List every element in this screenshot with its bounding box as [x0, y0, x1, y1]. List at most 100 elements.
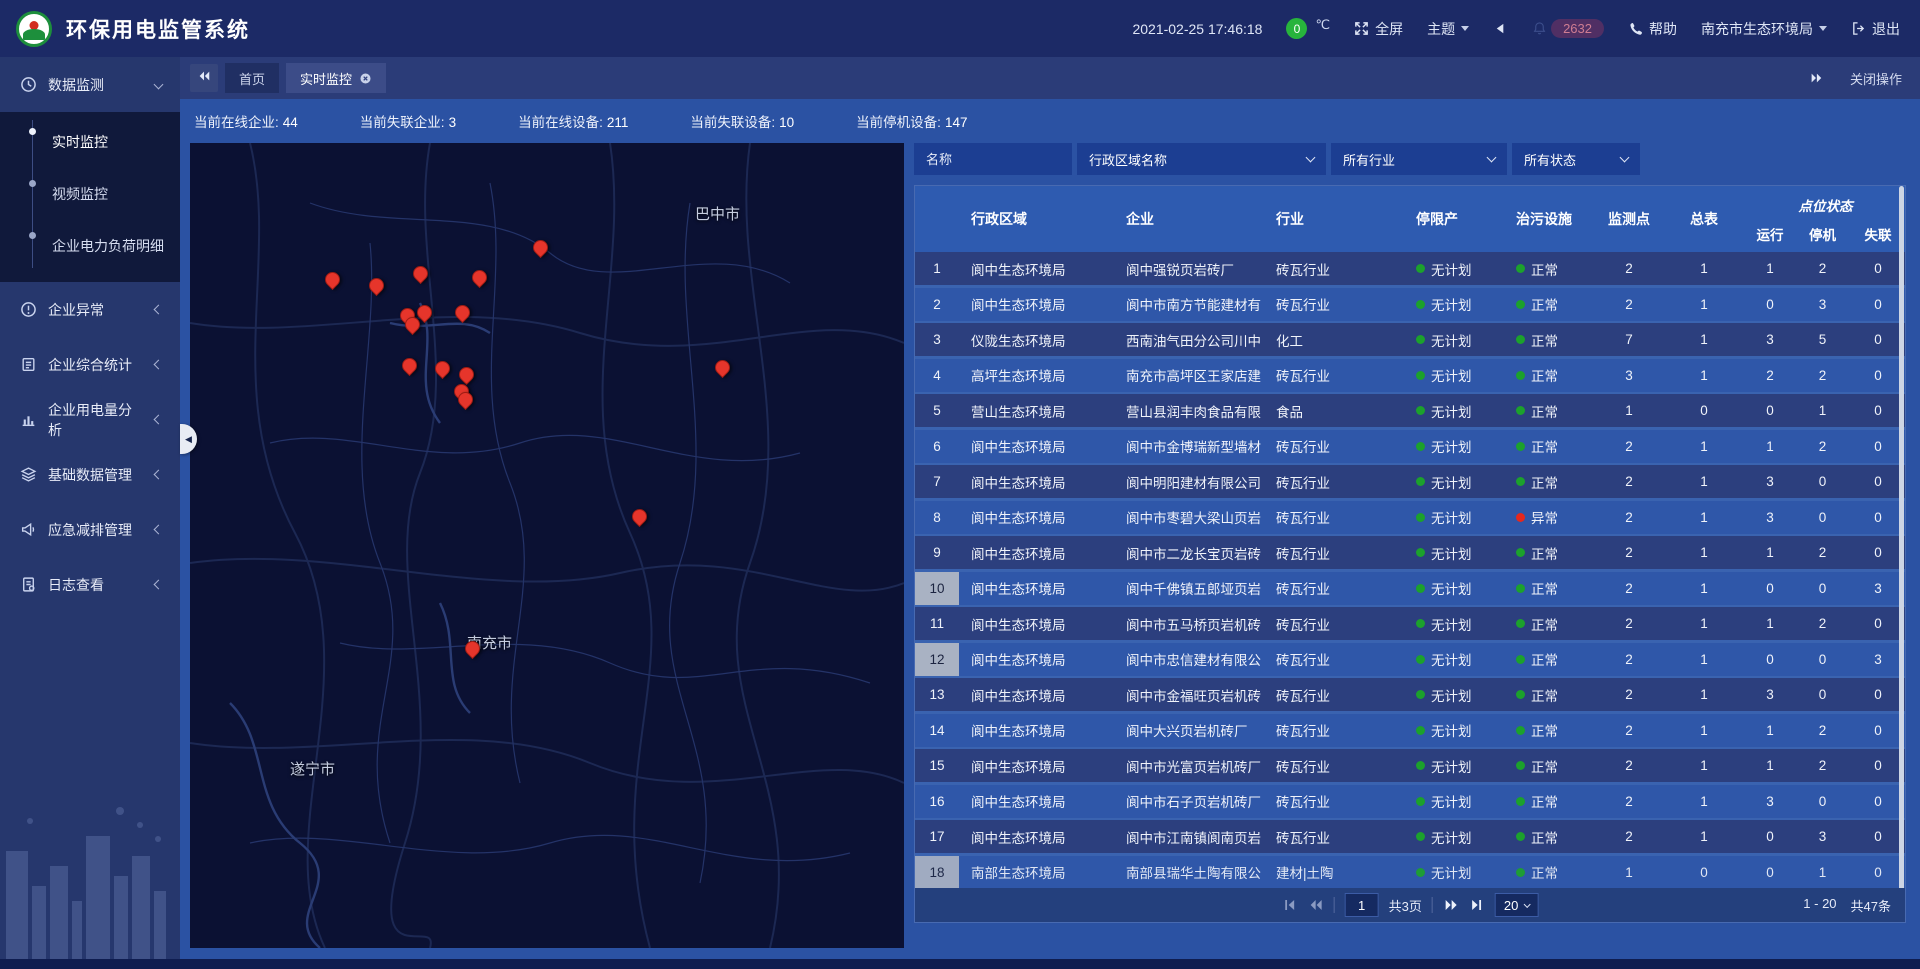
industry-filter-select[interactable]: 所有行业: [1331, 143, 1507, 175]
theme-button[interactable]: 主题: [1427, 19, 1469, 39]
stat-item: 当前停机设备:147: [856, 111, 967, 131]
cell-lost: 0: [1849, 820, 1905, 853]
city-label: 巴中市: [695, 203, 740, 224]
cell-run: 0: [1744, 288, 1796, 321]
first-page-button[interactable]: [1282, 897, 1298, 913]
tab-home[interactable]: 首页: [225, 63, 279, 93]
cell-facility: 正常: [1504, 749, 1594, 782]
mute-button[interactable]: [1493, 21, 1508, 36]
stop-limit-text: 无计划: [1431, 649, 1472, 669]
notification-button[interactable]: 2632: [1532, 19, 1604, 38]
facility-text: 正常: [1531, 614, 1558, 634]
next-page-button[interactable]: [1443, 897, 1459, 913]
stop-limit-text: 无计划: [1431, 401, 1472, 421]
sidebar-item-emergency[interactable]: 应急减排管理: [0, 502, 180, 557]
sidebar-subitem[interactable]: 企业电力负荷明细: [0, 220, 180, 272]
facility-text: 正常: [1531, 578, 1558, 598]
sidebar-item-enterprise-abnormal[interactable]: 企业异常: [0, 282, 180, 337]
sidebar-subitem[interactable]: 实时监控: [0, 116, 180, 168]
table-row[interactable]: 12阆中生态环境局阆中市忠信建材有限公砖瓦行业无计划正常21003: [915, 643, 1905, 676]
table-row[interactable]: 10阆中生态环境局阆中千佛镇五郎垭页岩砖瓦行业无计划正常21003: [915, 572, 1905, 605]
logout-button[interactable]: 退出: [1851, 19, 1900, 39]
col-stop-limit: 停限产: [1404, 186, 1504, 252]
cell-region: 阆中生态环境局: [959, 749, 1114, 782]
status-dot-green-icon: [1416, 726, 1425, 735]
cell-region: 阆中生态环境局: [959, 572, 1114, 605]
status-filter-select[interactable]: 所有状态: [1512, 143, 1640, 175]
cell-industry: 砖瓦行业: [1264, 678, 1404, 711]
org-menu[interactable]: 南充市生态环境局: [1701, 19, 1827, 39]
table-row[interactable]: 15阆中生态环境局阆中市光富页岩机砖厂砖瓦行业无计划正常21120: [915, 749, 1905, 782]
sidebar-item-label: 数据监测: [48, 75, 144, 95]
sidebar-menu: 数据监测实时监控视频监控企业电力负荷明细企业异常企业综合统计企业用电量分析基础数…: [0, 57, 180, 612]
sidebar-item-power-analysis[interactable]: 企业用电量分析: [0, 392, 180, 447]
table-row[interactable]: 9阆中生态环境局阆中市二龙长宝页岩砖砖瓦行业无计划正常21120: [915, 536, 1905, 569]
last-page-button[interactable]: [1469, 897, 1485, 913]
cell-halt: 2: [1796, 430, 1849, 463]
cell-monitor: 2: [1594, 714, 1664, 747]
cell-index: 15: [915, 749, 959, 782]
cell-facility: 正常: [1504, 607, 1594, 640]
table-row[interactable]: 16阆中生态环境局阆中市石子页岩机砖厂砖瓦行业无计划正常21300: [915, 785, 1905, 818]
table-row[interactable]: 8阆中生态环境局阆中市枣碧大梁山页岩砖瓦行业无计划异常21300: [915, 501, 1905, 534]
table-row[interactable]: 3仪陇生态环境局西南油气田分公司川中化工无计划正常71350: [915, 323, 1905, 356]
prev-page-button[interactable]: [1308, 897, 1324, 913]
tab-realtime-monitor[interactable]: 实时监控: [286, 63, 386, 93]
region-filter-select[interactable]: 行政区域名称: [1077, 143, 1326, 175]
cell-lost: 0: [1849, 288, 1905, 321]
name-filter-field[interactable]: [914, 143, 1072, 175]
cell-run: 3: [1744, 323, 1796, 356]
filter-bar: 行政区域名称 所有行业 所有状态: [914, 143, 1906, 175]
status-dot-green-icon: [1516, 548, 1525, 557]
cell-stop-limit: 无计划: [1404, 252, 1504, 285]
sidebar-item-base-data[interactable]: 基础数据管理: [0, 447, 180, 502]
table-row[interactable]: 1阆中生态环境局阆中强锐页岩砖厂砖瓦行业无计划正常21120: [915, 252, 1905, 285]
table-row[interactable]: 14阆中生态环境局阆中大兴页岩机砖厂砖瓦行业无计划正常21120: [915, 714, 1905, 747]
table-row[interactable]: 5营山生态环境局营山县润丰肉食品有限食品无计划正常10010: [915, 394, 1905, 427]
cell-meter: 1: [1664, 536, 1744, 569]
sidebar-item-logs[interactable]: 日志查看: [0, 557, 180, 612]
map-panel[interactable]: 巴中市南充市遂宁市: [190, 143, 904, 948]
cell-halt: 3: [1796, 288, 1849, 321]
tabs-scroll-right-button[interactable]: [1802, 64, 1830, 92]
cell-monitor: 2: [1594, 501, 1664, 534]
stop-limit-text: 无计划: [1431, 614, 1472, 634]
sidebar-item-enterprise-stats[interactable]: 企业综合统计: [0, 337, 180, 392]
cell-meter: 1: [1664, 359, 1744, 392]
fullscreen-button[interactable]: 全屏: [1354, 19, 1403, 39]
table-row[interactable]: 2阆中生态环境局阆中市南方节能建材有砖瓦行业无计划正常21030: [915, 288, 1905, 321]
page-number-input[interactable]: 1: [1345, 893, 1379, 917]
cell-industry: 砖瓦行业: [1264, 501, 1404, 534]
cell-company: 阆中市忠信建材有限公: [1114, 643, 1264, 676]
table-row[interactable]: 13阆中生态环境局阆中市金福旺页岩机砖砖瓦行业无计划正常21300: [915, 678, 1905, 711]
tabs-scroll-left-button[interactable]: [190, 64, 218, 92]
table-row[interactable]: 17阆中生态环境局阆中市江南镇阆南页岩砖瓦行业无计划正常21030: [915, 820, 1905, 853]
sidebar-subitem[interactable]: 视频监控: [0, 168, 180, 220]
table-row[interactable]: 11阆中生态环境局阆中市五马桥页岩机砖砖瓦行业无计划正常21120: [915, 607, 1905, 640]
caret-down-icon: [1461, 26, 1469, 31]
sidebar-item-data-monitor[interactable]: 数据监测: [0, 57, 180, 112]
cell-index: 16: [915, 785, 959, 818]
table-scrollbar[interactable]: [1899, 186, 1904, 922]
cell-industry: 建材|土陶: [1264, 856, 1404, 889]
table-row[interactable]: 6阆中生态环境局阆中市金博瑞新型墙材砖瓦行业无计划正常21120: [915, 430, 1905, 463]
page-size-select[interactable]: 20: [1495, 893, 1538, 917]
help-button[interactable]: 帮助: [1628, 19, 1677, 39]
facility-text: 正常: [1531, 472, 1558, 492]
dot-icon: [29, 232, 36, 239]
close-tab-icon[interactable]: [359, 72, 372, 85]
cell-facility: 正常: [1504, 465, 1594, 498]
cell-halt: 2: [1796, 714, 1849, 747]
status-dot-green-icon: [1516, 761, 1525, 770]
name-filter-input[interactable]: [926, 152, 1060, 167]
cell-halt: 0: [1796, 501, 1849, 534]
table-row[interactable]: 4高坪生态环境局南充市高坪区王家店建砖瓦行业无计划正常31220: [915, 359, 1905, 392]
table-row[interactable]: 7阆中生态环境局阆中明阳建材有限公司砖瓦行业无计划正常21300: [915, 465, 1905, 498]
close-operations-button[interactable]: 关闭操作: [1850, 69, 1902, 88]
alert-icon: [20, 301, 37, 318]
table-row[interactable]: 18南部生态环境局南部县瑞华土陶有限公建材|土陶无计划正常10010: [915, 856, 1905, 889]
notification-count: 2632: [1551, 19, 1604, 38]
cell-run: 1: [1744, 607, 1796, 640]
sidebar-submenu: 实时监控视频监控企业电力负荷明细: [0, 112, 180, 282]
cell-region: 阆中生态环境局: [959, 536, 1114, 569]
